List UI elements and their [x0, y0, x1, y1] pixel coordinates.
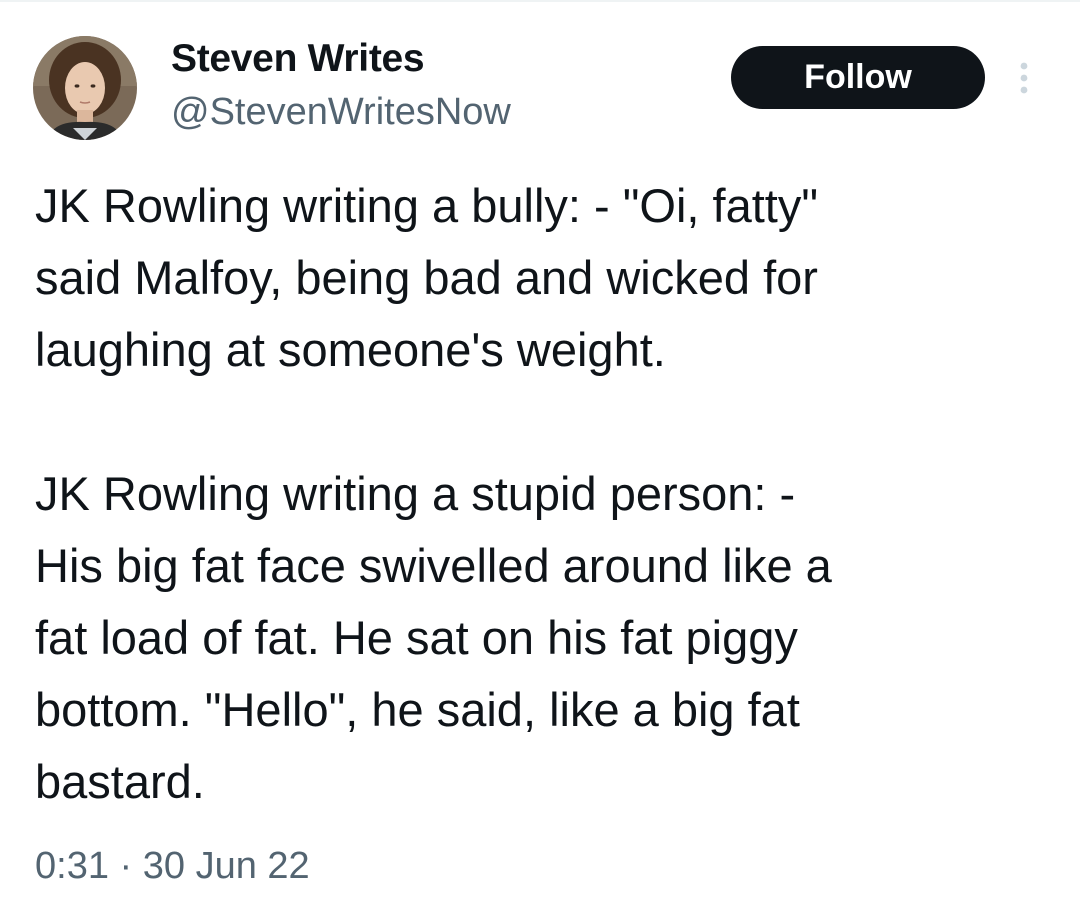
- profile-photo-icon: [33, 36, 137, 140]
- follow-button[interactable]: Follow: [731, 46, 985, 109]
- avatar[interactable]: [33, 36, 137, 140]
- user-handle[interactable]: @StevenWritesNow: [171, 90, 511, 134]
- tweet-text: JK Rowling writing a bully: - "Oi, fatty…: [35, 179, 832, 808]
- follow-button-label: Follow: [804, 58, 912, 96]
- tweet-time: 0:31: [35, 845, 109, 887]
- more-vertical-icon[interactable]: [1012, 60, 1036, 96]
- tweet-date: 30 Jun 22: [142, 845, 310, 887]
- meta-separator: ·: [119, 845, 133, 887]
- display-name[interactable]: Steven Writes: [171, 36, 425, 82]
- tweet-timestamp[interactable]: 0:31 · 30 Jun 22: [35, 842, 310, 890]
- top-divider: [0, 0, 1080, 2]
